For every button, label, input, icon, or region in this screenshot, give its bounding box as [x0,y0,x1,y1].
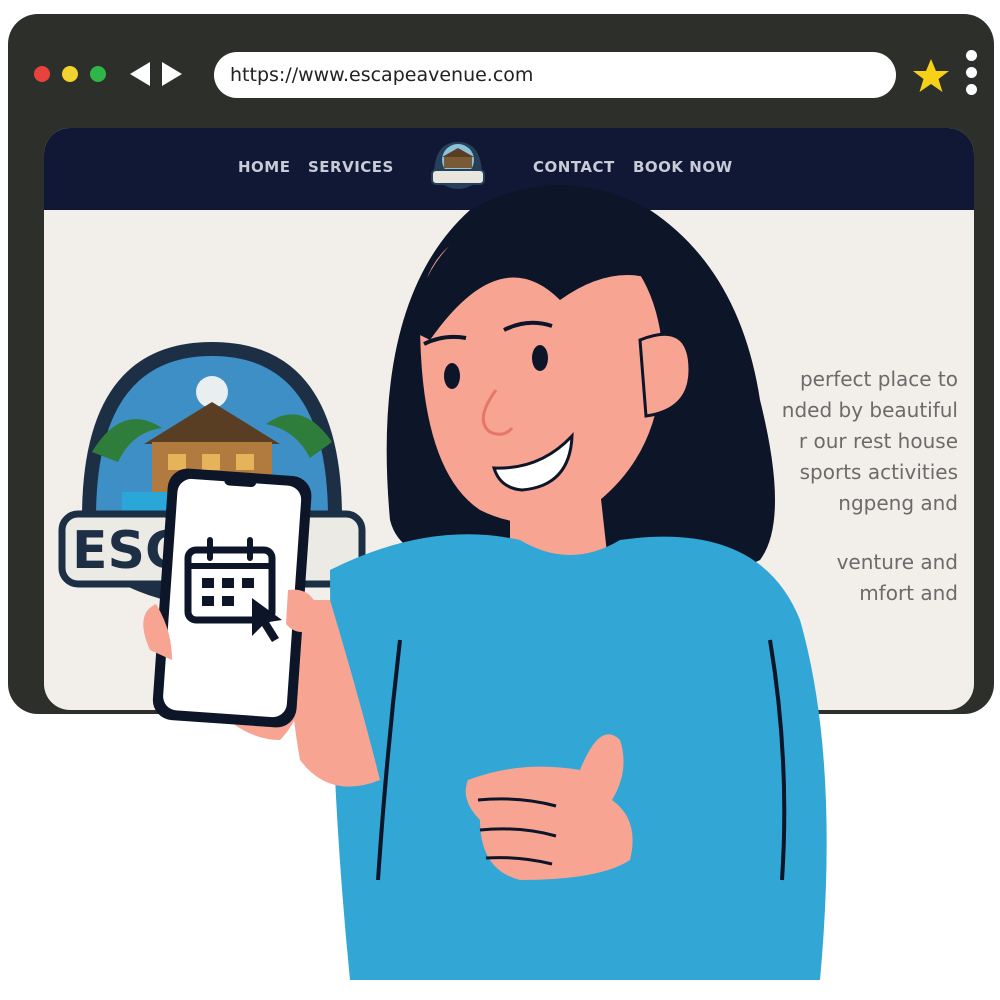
woman-illustration [143,185,827,980]
